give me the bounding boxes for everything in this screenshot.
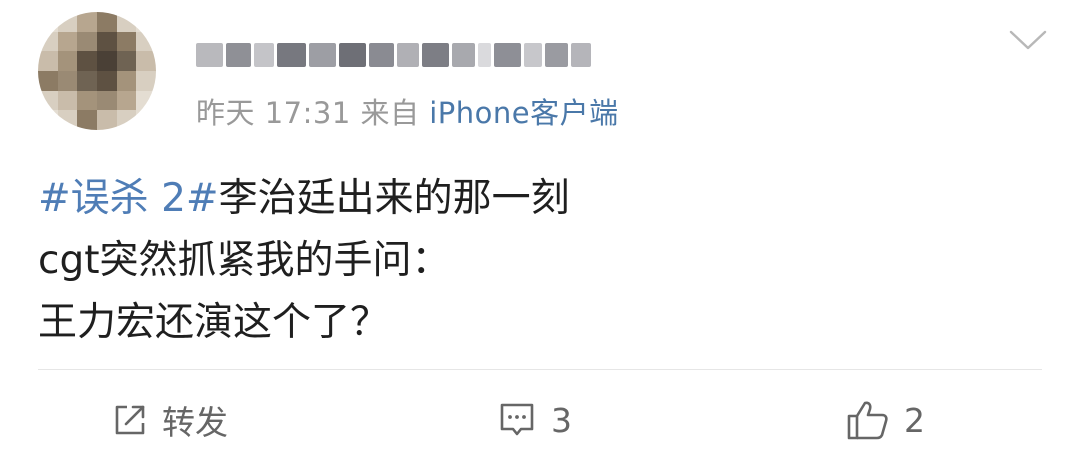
- username-blur-block: [397, 43, 419, 67]
- comment-button[interactable]: 3: [497, 395, 572, 445]
- avatar-pixel: [77, 31, 97, 52]
- post-source-link[interactable]: iPhone客户端: [429, 96, 618, 130]
- post-content: #误杀 2#李治廷出来的那一刻 cgt突然抓紧我的手问： 王力宏还演这个了？: [38, 168, 1048, 354]
- post-time: 昨天 17:31: [196, 96, 351, 130]
- avatar-pixel: [38, 12, 58, 32]
- avatar-pixel: [96, 31, 117, 52]
- username-blur-block: [368, 43, 395, 67]
- username-blur-block: [451, 43, 476, 67]
- thumbs-up-icon: [847, 401, 888, 440]
- avatar-pixel: [136, 51, 156, 71]
- avatar-pixel: [38, 70, 58, 91]
- post-meta: 昨天 17:31 来自 iPhone客户端: [196, 90, 619, 132]
- avatar-pixel: [57, 31, 78, 52]
- username-blur-block: [226, 43, 252, 67]
- username-blur-block: [571, 43, 591, 67]
- avatar-pixel: [96, 90, 117, 111]
- avatar-pixel: [38, 90, 58, 111]
- avatar-pixel: [77, 70, 97, 91]
- avatar-pixel: [57, 90, 78, 111]
- avatar-pixel: [136, 90, 156, 111]
- username-blurred[interactable]: [196, 38, 591, 72]
- content-line-2: cgt突然抓紧我的手问：: [38, 238, 451, 283]
- content-line-3: 王力宏还演这个了？: [38, 300, 390, 345]
- avatar-pixel: [136, 70, 156, 91]
- avatar-pixel: [77, 51, 97, 71]
- username-blur-block: [308, 43, 336, 67]
- username-blur-block: [196, 43, 224, 67]
- avatar-pixel: [77, 110, 97, 130]
- avatar-pixel: [96, 110, 117, 130]
- avatar-pixel: [96, 51, 117, 71]
- username-blur-block: [254, 43, 275, 67]
- username-blur-block: [277, 43, 306, 67]
- avatar-pixel: [116, 70, 137, 91]
- content-line-1: #误杀 2#李治廷出来的那一刻: [38, 168, 1048, 230]
- avatar-pixel: [77, 90, 97, 111]
- username-blur-block: [478, 43, 491, 67]
- username-blur-block: [421, 43, 449, 67]
- username-blur-block: [544, 43, 569, 67]
- avatar-pixel: [136, 12, 156, 32]
- divider: [38, 369, 1042, 370]
- post-source-prefix: 来自: [360, 96, 420, 130]
- avatar-pixel: [96, 12, 117, 32]
- avatar-pixel: [116, 31, 137, 52]
- like-count: 2: [904, 400, 925, 440]
- avatar-pixel: [116, 90, 137, 111]
- avatar-pixel: [96, 70, 117, 91]
- avatar-pixel: [136, 31, 156, 52]
- avatar-pixel: [38, 110, 58, 130]
- username-blur-block: [523, 43, 542, 67]
- avatar-pixel: [57, 70, 78, 91]
- avatar-pixel: [57, 12, 78, 32]
- avatar-pixel: [116, 110, 137, 130]
- avatar-pixel: [136, 110, 156, 130]
- avatar-pixel: [116, 12, 137, 32]
- repost-label: 转发: [162, 403, 228, 442]
- comment-count: 3: [551, 400, 572, 440]
- repost-button[interactable]: 转发: [112, 395, 228, 445]
- repost-icon: [115, 405, 145, 435]
- avatar-pixel: [57, 110, 78, 130]
- hashtag-link[interactable]: #误杀 2#: [38, 176, 219, 221]
- avatar-pixel: [77, 12, 97, 32]
- comment-icon: [500, 403, 534, 436]
- avatar-pixel: [38, 31, 58, 52]
- chevron-down-icon[interactable]: [1008, 28, 1048, 52]
- avatar-pixel: [38, 51, 58, 71]
- content-line-1-text: 李治廷出来的那一刻: [218, 176, 570, 221]
- avatar-pixel: [116, 51, 137, 71]
- username-blur-block: [338, 43, 366, 67]
- username-blur-block: [493, 43, 521, 67]
- avatar-pixel: [57, 51, 78, 71]
- like-button[interactable]: 2: [846, 395, 925, 445]
- avatar[interactable]: [38, 12, 156, 130]
